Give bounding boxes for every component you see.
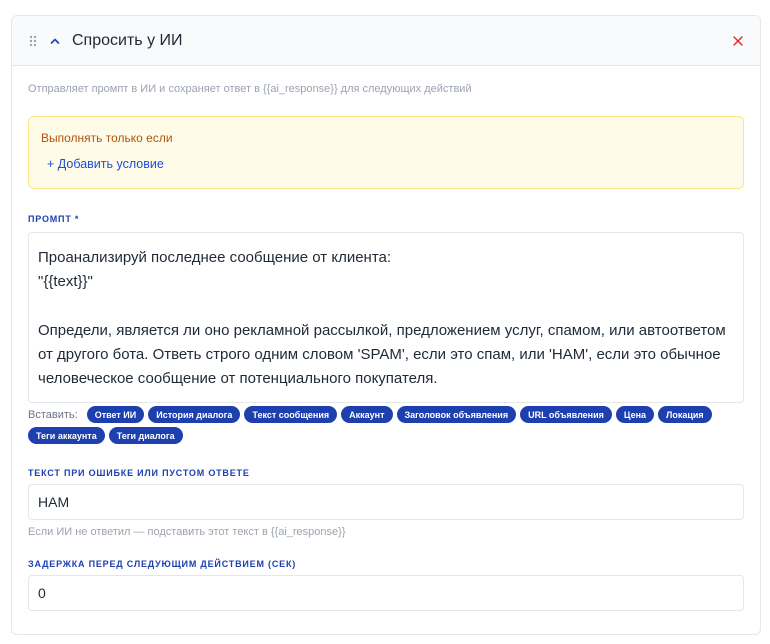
chip-location[interactable]: Локация [658,406,712,423]
action-description: Отправляет промпт в ИИ и сохраняет ответ… [28,83,472,95]
card-title: Спросить у ИИ [72,31,183,49]
chip-account-tags[interactable]: Теги аккаунта [28,427,105,444]
delay-label: ЗАДЕРЖКА ПЕРЕД СЛЕДУЮЩИМ ДЕЙСТВИЕМ (СЕК) [28,559,297,569]
card-body: Отправляет промпт в ИИ и сохраняет ответ… [12,83,760,611]
chip-account[interactable]: Аккаунт [341,406,393,423]
card-header: Спросить у ИИ [12,16,760,66]
delay-input[interactable]: 0 [28,575,744,611]
chip-ai-response[interactable]: Ответ ИИ [86,406,145,423]
chip-price[interactable]: Цена [615,406,655,423]
fallback-hint: Если ИИ не ответил — подставить этот тек… [28,526,346,538]
chevron-up-icon[interactable] [48,34,62,48]
prompt-label: ПРОМПТ * [28,214,80,224]
ai-action-card: Спросить у ИИ Отправляет промпт в ИИ и с… [11,15,761,635]
chip-message-text[interactable]: Текст сообщения [244,406,338,423]
add-condition-button[interactable]: + Добавить условие [47,157,164,171]
chip-dialog-history[interactable]: История диалога [148,406,241,423]
insert-variables-row: Вставить: Ответ ИИ История диалога Текст… [28,406,728,444]
condition-box: Выполнять только если + Добавить условие [28,116,744,189]
close-icon[interactable] [730,33,746,49]
fallback-input[interactable]: HAM [28,484,744,520]
chip-listing-url[interactable]: URL объявления [520,406,612,423]
prompt-textarea[interactable]: Проанализируй последнее сообщение от кли… [28,232,744,403]
drag-handle-icon[interactable] [28,34,38,48]
condition-label: Выполнять только если [41,131,173,145]
insert-label: Вставить: [28,408,78,421]
chip-dialog-tags[interactable]: Теги диалога [108,427,183,444]
fallback-label: ТЕКСТ ПРИ ОШИБКЕ ИЛИ ПУСТОМ ОТВЕТЕ [28,468,250,478]
chip-listing-title[interactable]: Заголовок объявления [396,406,517,423]
